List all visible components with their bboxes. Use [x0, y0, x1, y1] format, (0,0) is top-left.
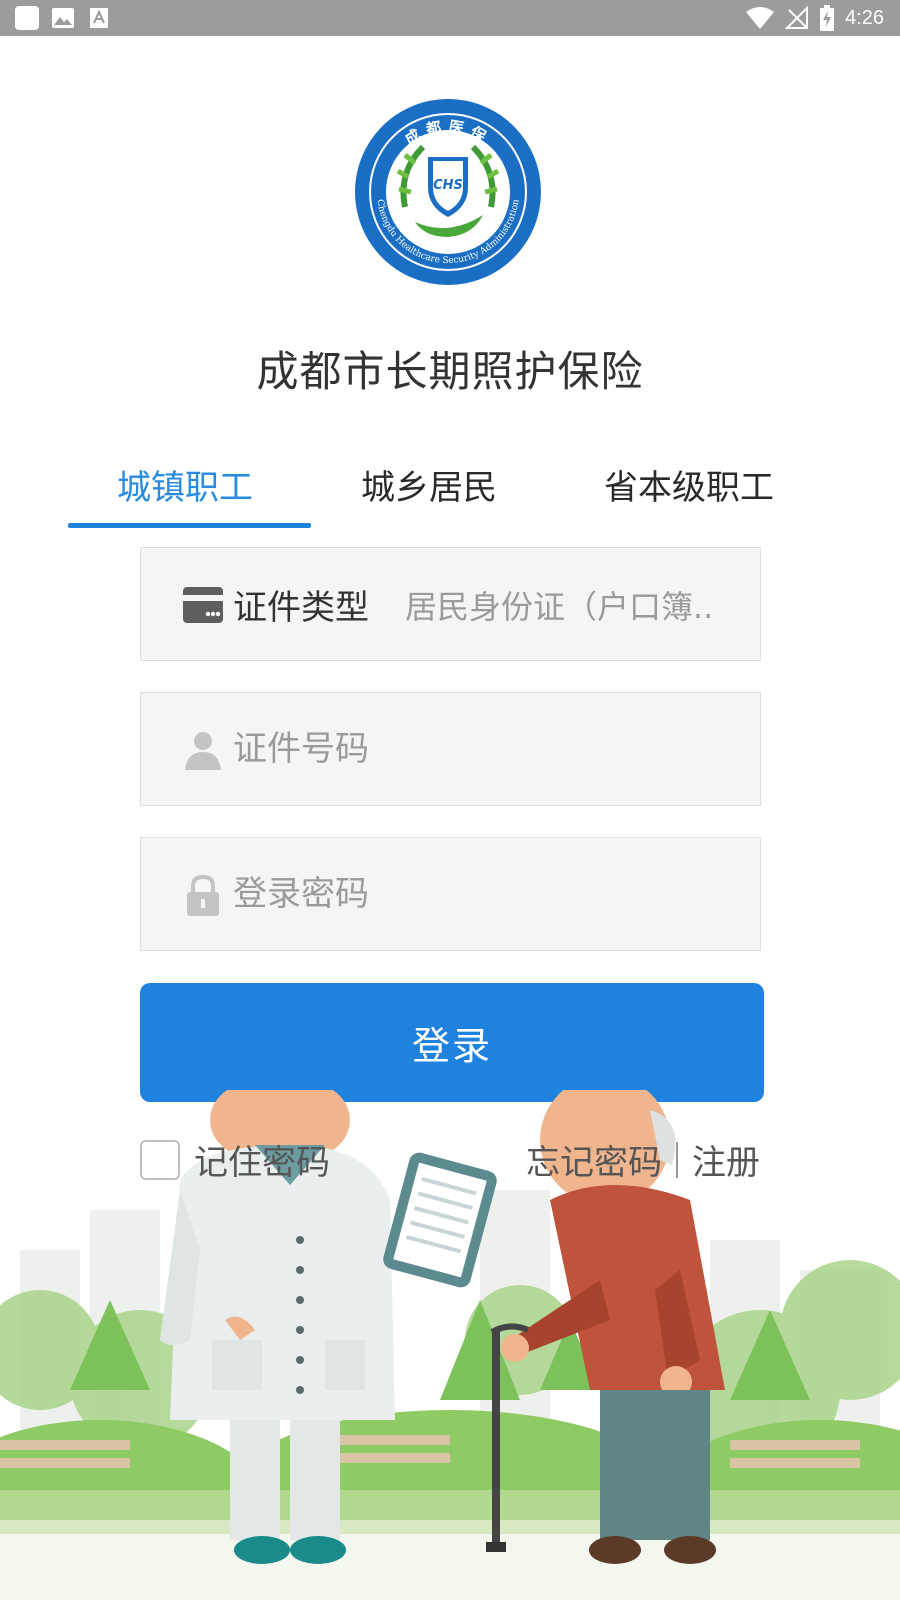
chs-logo: 成都医保 Chengdu Healthcare Security Adminis…	[355, 99, 541, 285]
battery-charging-icon	[820, 5, 835, 31]
image-icon	[52, 8, 74, 28]
tab-urban-rural-resident[interactable]: 城乡居民	[361, 460, 497, 509]
id-card-icon	[183, 587, 223, 623]
id-number-input[interactable]	[233, 713, 733, 785]
user-icon	[185, 732, 221, 770]
lock-icon	[187, 874, 219, 916]
tab-provincial-employee[interactable]: 省本级职工	[604, 460, 774, 509]
status-time: 4:26	[845, 6, 884, 29]
status-right: 4:26	[745, 0, 884, 36]
no-signal-icon	[785, 6, 809, 29]
status-left-icons	[14, 5, 112, 31]
password-input[interactable]	[233, 858, 733, 930]
active-tab-indicator	[68, 523, 311, 528]
password-field	[140, 837, 761, 951]
wifi-icon	[746, 7, 775, 29]
remember-password-label[interactable]: 记住密码	[194, 1135, 330, 1184]
id-type-label: 证件类型	[233, 588, 369, 628]
app-title: 成都市长期照护保险	[256, 347, 644, 396]
insurance-type-tabs: 城镇职工 城乡居民 省本级职工	[0, 460, 900, 530]
text-icon	[90, 8, 108, 28]
account-links: 忘记密码 注册	[526, 1135, 760, 1184]
login-button[interactable]: 登录	[140, 983, 764, 1102]
register-link[interactable]: 注册	[692, 1135, 760, 1184]
id-type-value: 居民身份证（户口簿..	[405, 588, 714, 626]
links-divider	[676, 1141, 678, 1178]
id-type-select[interactable]: 证件类型 居民身份证（户口簿..	[140, 547, 761, 661]
logo-shield-text: CHS	[433, 178, 463, 193]
status-bar: 4:26	[0, 0, 900, 36]
tab-urban-employee[interactable]: 城镇职工	[117, 460, 253, 509]
app-notification-icon	[15, 6, 39, 30]
elderly-care-illustration	[0, 1090, 900, 1600]
remember-password-checkbox[interactable]	[140, 1139, 180, 1180]
remember-password-row: 记住密码	[140, 1135, 330, 1184]
forgot-password-link[interactable]: 忘记密码	[526, 1135, 662, 1184]
id-number-field	[140, 692, 761, 806]
